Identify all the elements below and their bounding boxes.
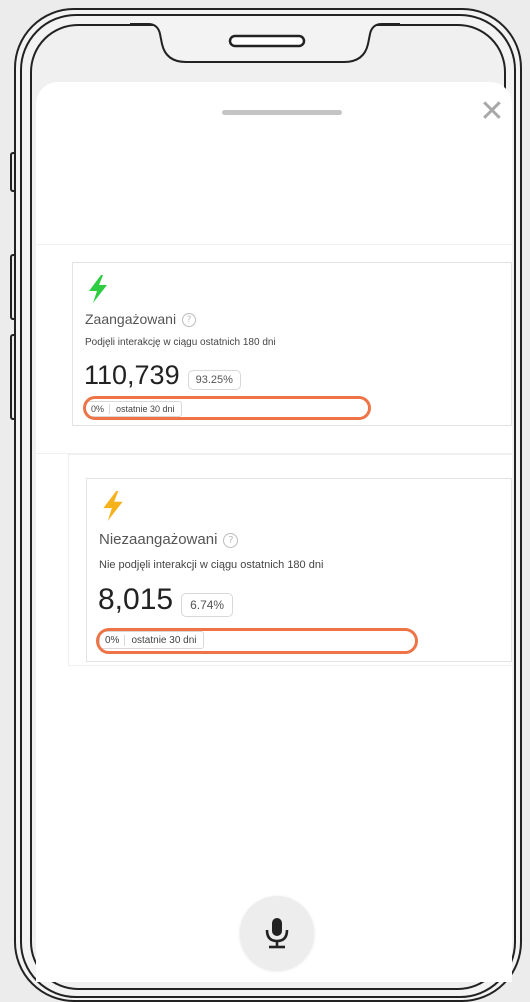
bolt-green-icon [89, 275, 107, 303]
bolt-orange-icon [103, 491, 123, 521]
change-percent: 0% [100, 634, 126, 646]
microphone-button[interactable] [240, 896, 314, 970]
bolt-icon [87, 275, 109, 308]
bolt-icon [101, 491, 125, 526]
engaged-card: Zaangażowani? Podjęli interakcję w ciągu… [72, 262, 512, 426]
change-indicator: 0% ostatnie 30 dni [99, 631, 204, 649]
percent-badge: 6.74% [181, 592, 234, 617]
microphone-icon [265, 918, 289, 949]
close-icon[interactable]: ✕ [478, 97, 506, 127]
engaged-count: 110,739 [84, 360, 180, 390]
help-icon[interactable]: ? [223, 532, 239, 548]
sheet-grabber-handle[interactable] [222, 110, 342, 115]
card-description: Podjęli interakcję w ciągu ostatnich 180… [85, 337, 276, 348]
change-indicator: 0% ostatnie 30 dni [85, 401, 182, 417]
change-percent: 0% [86, 404, 111, 414]
disengaged-count: 8,015 [98, 583, 174, 616]
phone-notch [130, 23, 400, 63]
bottom-sheet: ✕ Zaangażowani? Podjęli interakcję w cią… [36, 82, 512, 982]
card-description: Nie podjęli interakcji w ciągu ostatnich… [99, 559, 324, 571]
help-icon[interactable]: ? [182, 313, 197, 328]
card-title: Niezaangażowani [99, 531, 218, 548]
disengaged-card: Niezaangażowani? Nie podjęli interakcji … [86, 478, 512, 662]
percent-badge: 93.25% [187, 369, 241, 390]
change-period: ostatnie 30 dni [116, 404, 175, 414]
card-title: Zaangażowani [85, 311, 177, 327]
screen: ✕ Zaangażowani? Podjęli interakcję w cią… [0, 0, 530, 1002]
change-period: ostatnie 30 dni [131, 634, 197, 646]
